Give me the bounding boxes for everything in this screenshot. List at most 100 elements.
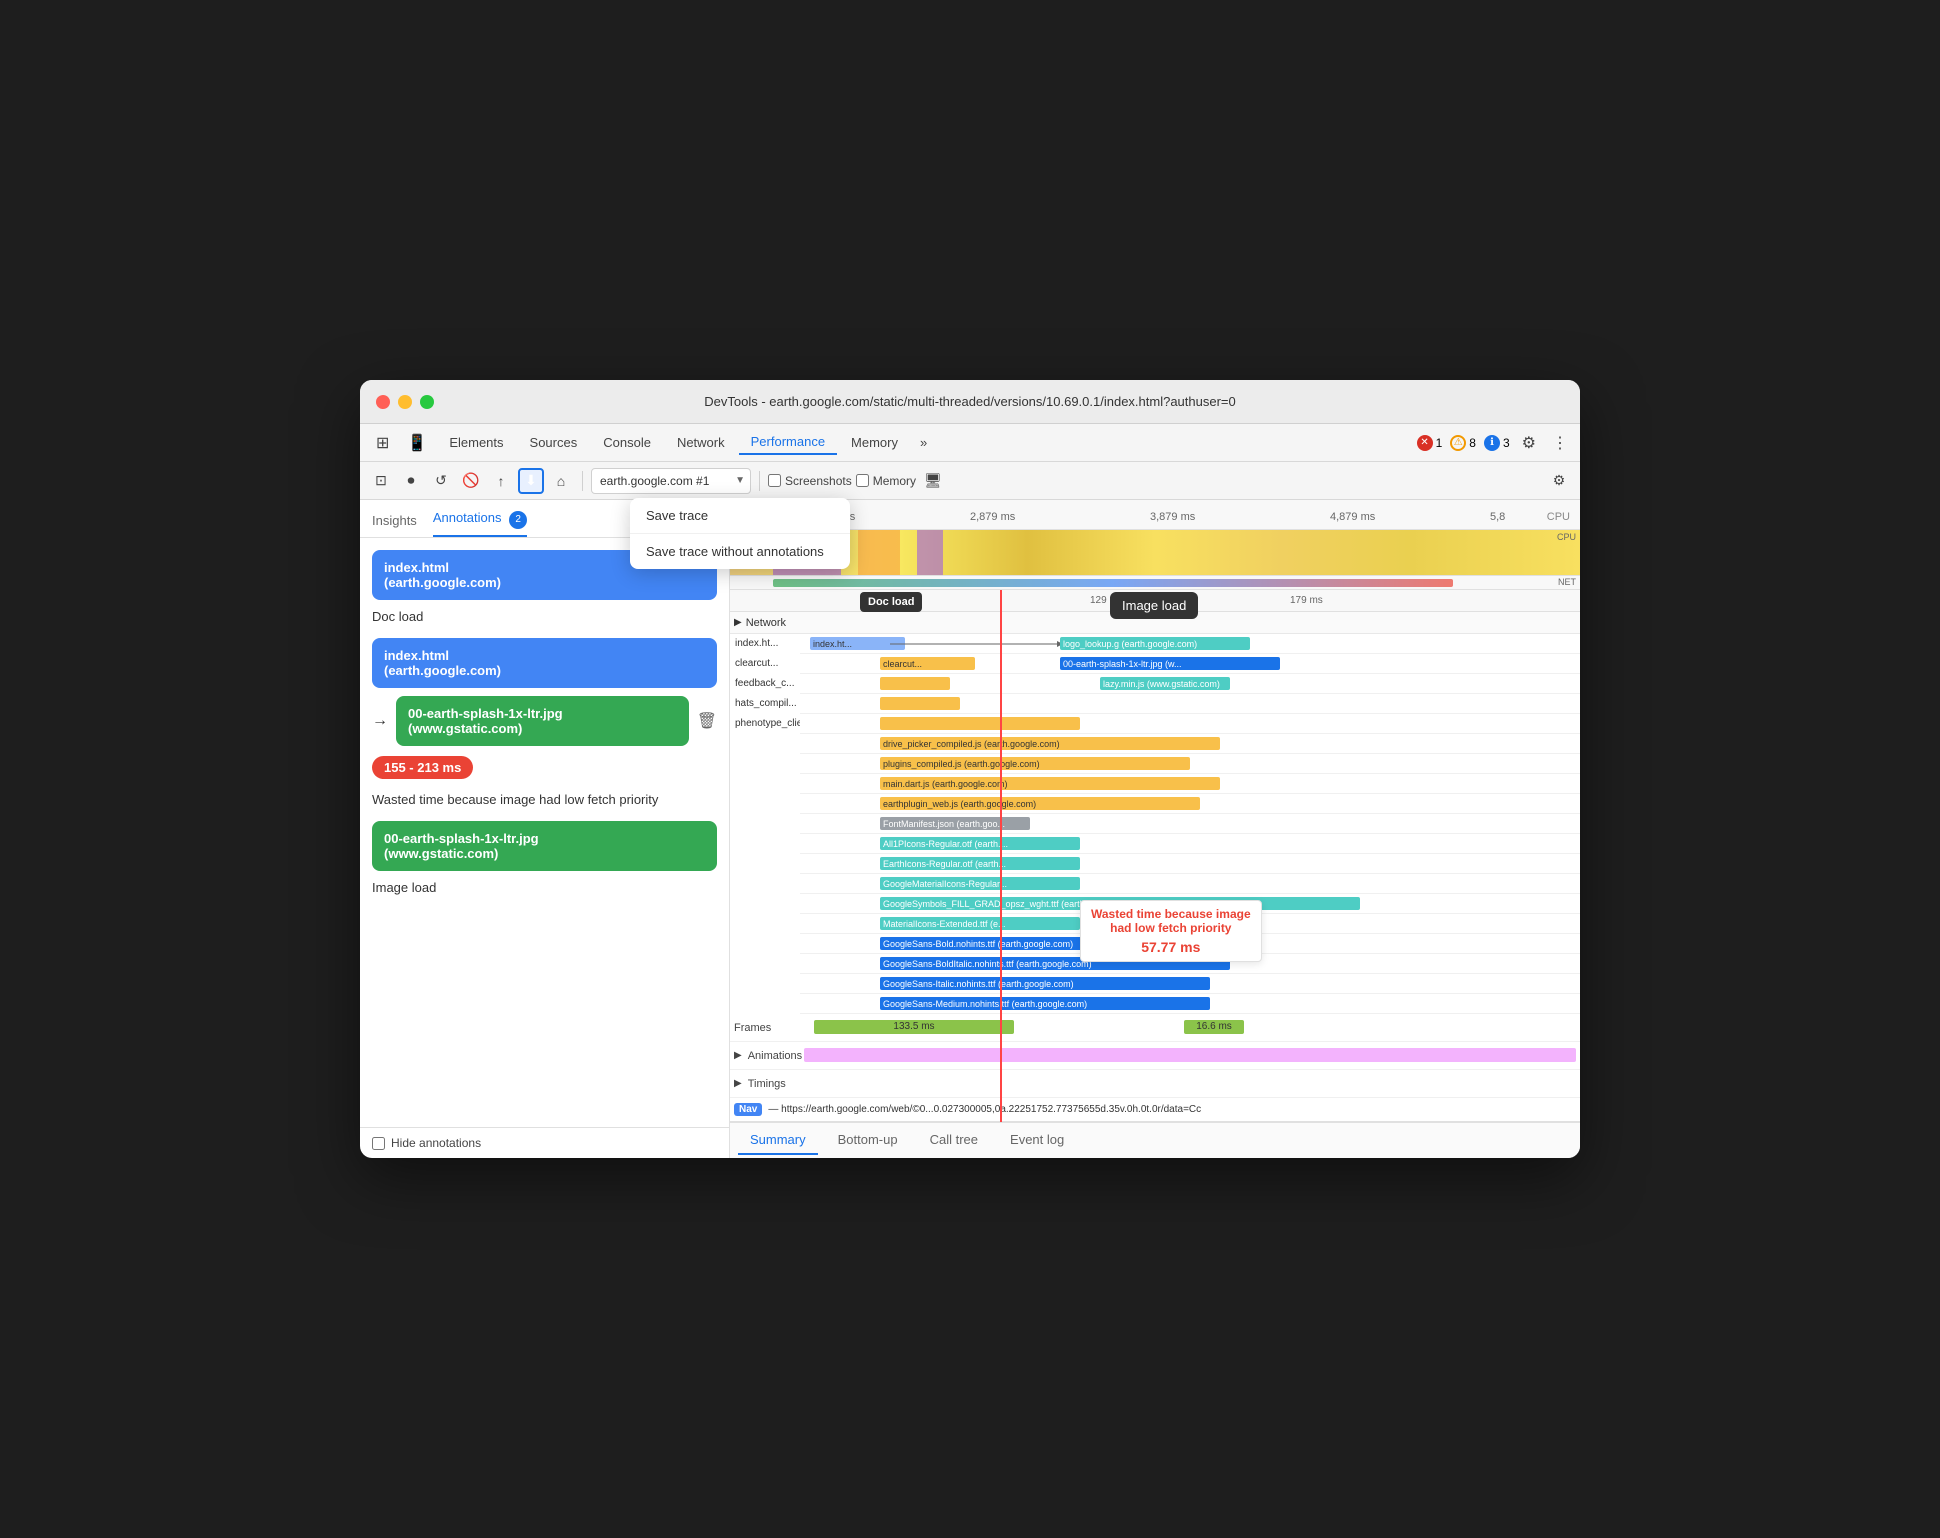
bar-drive: drive_picker_compiled.js (earth.google.c… xyxy=(880,737,1220,750)
frames-row: Frames 133.5 ms 16.6 ms xyxy=(730,1014,1580,1042)
tab-annotations[interactable]: Annotations 2 xyxy=(433,504,527,537)
network-section-label: Network xyxy=(746,617,786,629)
toolbar: ⊡ ⏺ ↺ 🚫 ↑ ⬇ ⌂ earth.google.com #1 ▼ Scre… xyxy=(360,462,1580,500)
gear-settings-button[interactable]: ⚙ xyxy=(1546,468,1572,494)
tab-console[interactable]: Console xyxy=(591,431,663,454)
screenshot-capture-button[interactable]: 🖥 xyxy=(920,468,946,494)
screenshots-label: Screenshots xyxy=(785,474,852,488)
network-row-feedback: feedback_c... lazy.min.js (www.gstatic.c… xyxy=(800,674,1580,694)
bar-plugins: plugins_compiled.js (earth.google.com) xyxy=(880,757,1190,770)
tab-elements[interactable]: Elements xyxy=(437,431,515,454)
mini-graphs: CPU NET xyxy=(730,530,1580,590)
tab-insights[interactable]: Insights xyxy=(372,507,417,534)
save-trace-item[interactable]: Save trace xyxy=(630,498,850,534)
separator xyxy=(582,471,583,491)
bar-feedback xyxy=(880,677,950,690)
upload-button[interactable]: ↑ xyxy=(488,468,514,494)
bar-earth: earthplugin_web.js (earth.google.com) xyxy=(880,797,1200,810)
frames-bar1: 133.5 ms xyxy=(814,1020,1014,1034)
row-label-index: index.ht... xyxy=(735,638,778,649)
frames-bar2: 16.6 ms xyxy=(1184,1020,1244,1034)
info-badge: ℹ 3 xyxy=(1484,435,1510,451)
tab-network[interactable]: Network xyxy=(665,431,737,454)
arrow-right-icon: → xyxy=(372,712,388,730)
left-panel-content: index.html(earth.google.com) Doc load in… xyxy=(360,538,729,1128)
tab-performance[interactable]: Performance xyxy=(739,430,837,455)
tab-memory[interactable]: Memory xyxy=(839,431,910,454)
inspector-icon[interactable]: ⊞ xyxy=(368,429,397,457)
annotation-card-indexhtml-text: index.html(earth.google.com) xyxy=(384,560,501,590)
nav-url: — https://earth.google.com/web/©0...0.02… xyxy=(768,1104,1201,1115)
more-options-icon[interactable]: ⋮ xyxy=(1548,429,1572,457)
network-timeline[interactable]: 79 ms 129 ms 179 ms Doc load Image load … xyxy=(730,590,1580,1122)
animations-label-text: Animations xyxy=(748,1050,802,1062)
close-button[interactable] xyxy=(376,395,390,409)
cpu-label: CPU xyxy=(1547,511,1570,523)
error-count: 1 xyxy=(1436,436,1443,450)
info-count: 3 xyxy=(1503,436,1510,450)
bar-sans-italic: GoogleSans-Italic.nohints.ttf (earth.goo… xyxy=(880,977,1210,990)
wasted-time-text: Wasted time because image had low fetch … xyxy=(372,791,717,809)
devtools-window: DevTools - earth.google.com/static/multi… xyxy=(360,380,1580,1158)
nav-row: Nav — https://earth.google.com/web/©0...… xyxy=(730,1098,1580,1122)
error-badge: ✕ 1 xyxy=(1417,435,1443,451)
network-row-clearcut: clearcut... clearcut... 00-earth-splash-… xyxy=(800,654,1580,674)
screenshots-checkbox[interactable] xyxy=(768,474,781,487)
ruler-label-4879: 4,879 ms xyxy=(1330,511,1375,523)
separator2 xyxy=(759,471,760,491)
tab-sources[interactable]: Sources xyxy=(518,431,590,454)
timings-label: ▶ Timings xyxy=(734,1078,804,1090)
settings-icon[interactable]: ⚙ xyxy=(1518,429,1540,457)
record-button[interactable]: ⏺ xyxy=(398,468,424,494)
memory-checkbox[interactable] xyxy=(856,474,869,487)
screenshots-checkbox-label[interactable]: Screenshots xyxy=(768,474,852,488)
url-select[interactable]: earth.google.com #1 xyxy=(591,468,751,494)
network-row-font-manifest: FontManifest.json (earth.goo... xyxy=(800,814,1580,834)
timings-row: ▶ Timings xyxy=(730,1070,1580,1098)
annotations-count-badge: 2 xyxy=(509,511,527,529)
bottom-tab-eventlog[interactable]: Event log xyxy=(998,1126,1076,1155)
save-trace-no-annotations-item[interactable]: Save trace without annotations xyxy=(630,534,850,569)
window-title: DevTools - earth.google.com/static/multi… xyxy=(704,394,1235,409)
animations-row: ▶ Animations xyxy=(730,1042,1580,1070)
bottom-tab-summary[interactable]: Summary xyxy=(738,1126,818,1155)
bar-lazymin: lazy.min.js (www.gstatic.com) xyxy=(1100,677,1230,690)
hide-annotations-label: Hide annotations xyxy=(391,1136,481,1150)
bottom-tab-bottomup[interactable]: Bottom-up xyxy=(826,1126,910,1155)
delete-annotation-button[interactable]: 🗑 xyxy=(697,711,717,731)
annotation-card-splash2-text: 00-earth-splash-1x-ltr.jpg(www.gstatic.c… xyxy=(384,831,539,861)
info-icon: ℹ xyxy=(1484,435,1500,451)
nav-badge: Nav xyxy=(734,1103,762,1116)
minimize-button[interactable] xyxy=(398,395,412,409)
animations-bar xyxy=(804,1048,1576,1062)
more-tabs-icon[interactable]: » xyxy=(912,431,935,454)
main-content: Insights Annotations 2 index.html(earth.… xyxy=(360,500,1580,1158)
memory-checkbox-label[interactable]: Memory xyxy=(856,474,916,488)
annotation-card-splash2[interactable]: 00-earth-splash-1x-ltr.jpg(www.gstatic.c… xyxy=(372,821,717,871)
annotation-card-splash-text: 00-earth-splash-1x-ltr.jpg(www.gstatic.c… xyxy=(408,706,563,736)
bar-googlematerial: GoogleMaterialIcons-Regular... xyxy=(880,877,1080,890)
bottom-tab-calltree[interactable]: Call tree xyxy=(918,1126,990,1155)
reload-button[interactable]: ↺ xyxy=(428,468,454,494)
time-range-badge: 155 - 213 ms xyxy=(372,756,473,779)
bar-phenotype xyxy=(880,717,1080,730)
annotation-card-indexhtml2[interactable]: index.html(earth.google.com) xyxy=(372,638,717,688)
warning-badge: ⚠ 8 xyxy=(1450,435,1476,451)
panel-toggle-button[interactable]: ⊡ xyxy=(368,468,394,494)
download-button[interactable]: ⬇ xyxy=(518,468,544,494)
maximize-button[interactable] xyxy=(420,395,434,409)
clear-button[interactable]: 🚫 xyxy=(458,468,484,494)
device-icon[interactable]: 📱 xyxy=(399,429,435,457)
save-dropdown-menu: Save trace Save trace without annotation… xyxy=(630,498,850,569)
annotation-card-splash[interactable]: 00-earth-splash-1x-ltr.jpg(www.gstatic.c… xyxy=(396,696,689,746)
hide-annotations-checkbox[interactable] xyxy=(372,1137,385,1150)
tab-bar: ⊞ 📱 Elements Sources Console Network Per… xyxy=(360,424,1580,462)
bar-earthicons: EarthIcons-Regular.otf (earth... xyxy=(880,857,1080,870)
ruler-label-58: 5,8 xyxy=(1490,511,1505,523)
warning-count: 8 xyxy=(1469,436,1476,450)
bar-all1p: All1PIcons-Regular.otf (earth.... xyxy=(880,837,1080,850)
network-row-main: main.dart.js (earth.google.com) xyxy=(800,774,1580,794)
home-button[interactable]: ⌂ xyxy=(548,468,574,494)
title-bar: DevTools - earth.google.com/static/multi… xyxy=(360,380,1580,424)
wasted-line2: had low fetch priority xyxy=(1091,921,1251,935)
